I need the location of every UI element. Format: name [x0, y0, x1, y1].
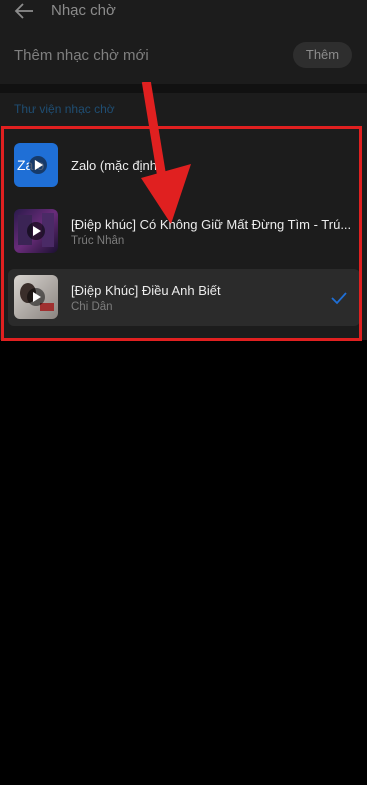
add-ringback-label: Thêm nhạc chờ mới: [14, 47, 149, 64]
back-arrow-icon: [14, 3, 33, 19]
add-button[interactable]: Thêm: [293, 42, 352, 68]
ringback-screen: Nhạc chờ Thêm nhạc chờ mới Thêm Thư viện…: [0, 0, 367, 785]
top-bar: Nhạc chờ: [0, 0, 367, 26]
page-title: Nhạc chờ: [51, 2, 116, 19]
annotation-arrow-icon: [141, 82, 191, 224]
back-button[interactable]: [12, 0, 38, 22]
library-title: Thư viện nhạc chờ: [14, 102, 115, 116]
